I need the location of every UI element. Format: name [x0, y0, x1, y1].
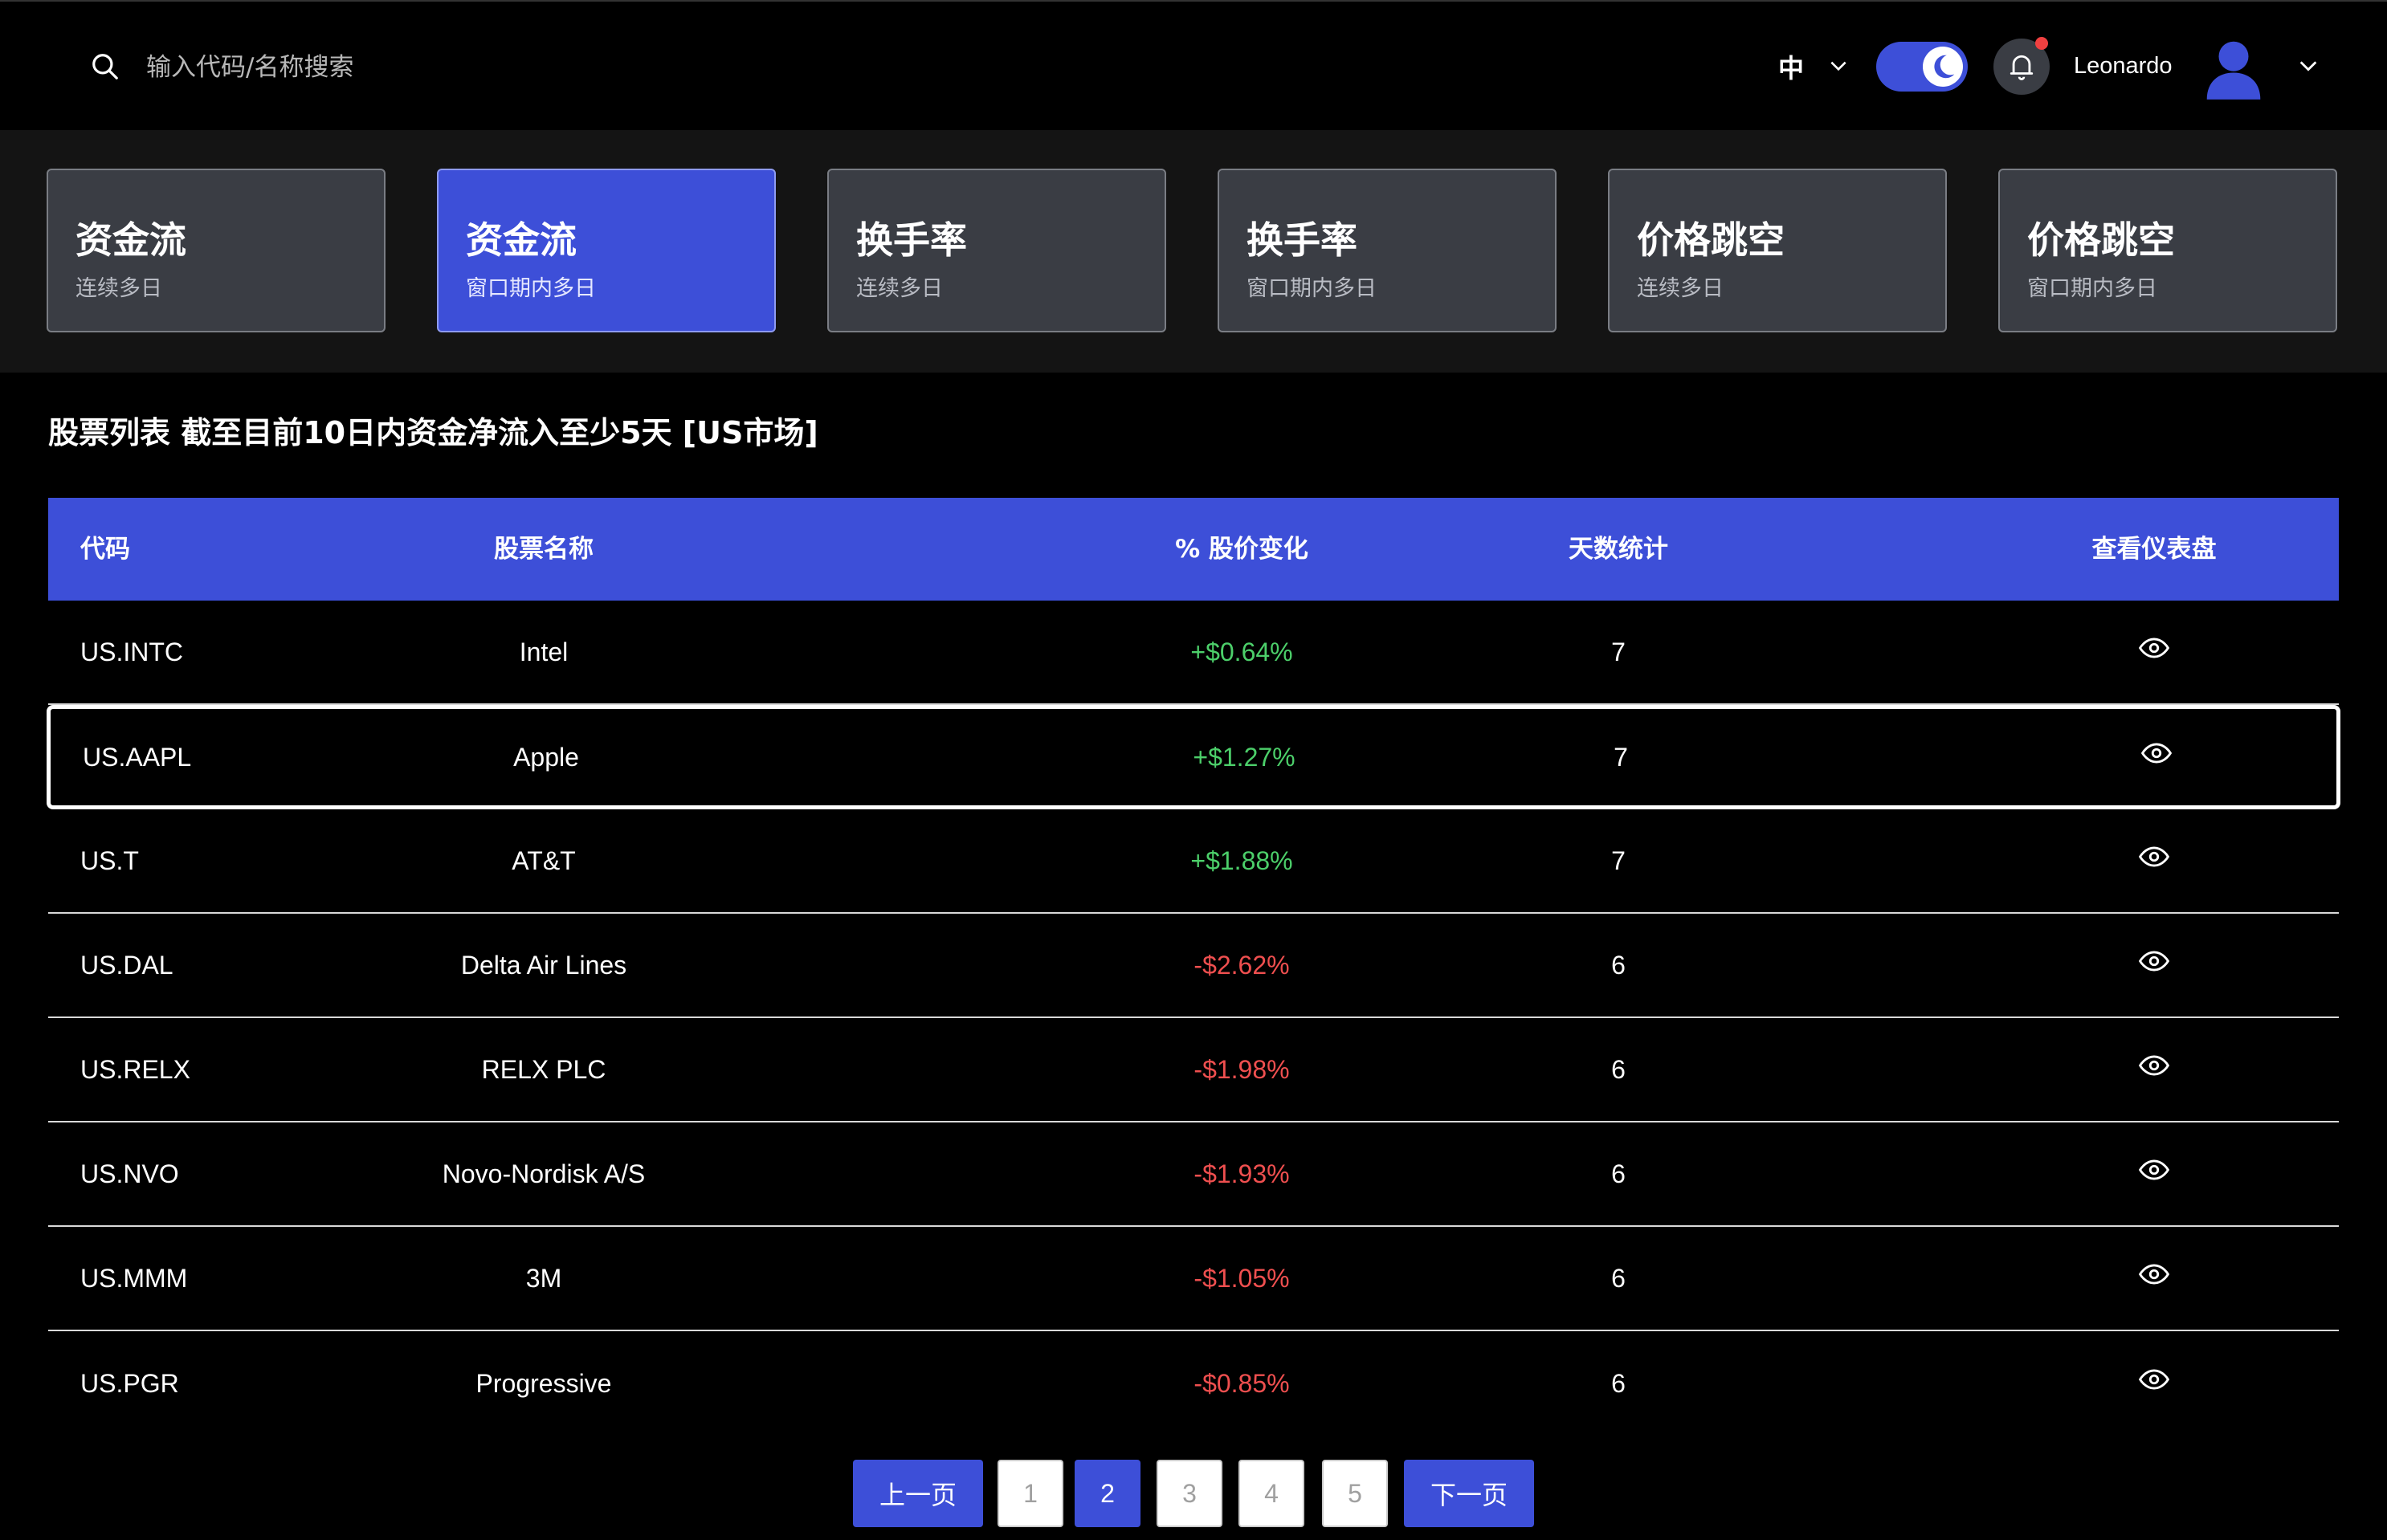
card-title: 价格跳空: [1637, 218, 1785, 262]
card-fund-flow-consecutive[interactable]: 资金流 连续多日: [47, 169, 386, 332]
page-button-1[interactable]: 1: [998, 1460, 1063, 1527]
day-count: 7: [1614, 742, 1628, 772]
day-count: 7: [1611, 845, 1626, 875]
view-dashboard-button[interactable]: [1960, 1331, 2348, 1436]
card-subtitle: 窗口期内多日: [2027, 276, 2157, 301]
eye-icon[interactable]: [2139, 638, 2169, 658]
chevron-down-icon[interactable]: [2297, 58, 2320, 74]
price-change: -$1.05%: [1194, 1263, 1290, 1293]
price-change: -$2.62%: [1194, 950, 1290, 980]
card-subtitle: 连续多日: [1637, 276, 1724, 301]
next-page-button[interactable]: 下一页: [1404, 1460, 1534, 1527]
view-dashboard-button[interactable]: [1960, 914, 2348, 1016]
eye-icon[interactable]: [2139, 1055, 2169, 1076]
day-count: 6: [1611, 1368, 1626, 1398]
page-button-3[interactable]: 3: [1157, 1460, 1222, 1527]
language-selector[interactable]: 中: [1778, 48, 1804, 85]
table-row[interactable]: US.INTC Intel +$0.64% 7: [48, 601, 2339, 705]
day-count: 6: [1611, 950, 1626, 980]
price-change: -$1.98%: [1194, 1054, 1290, 1084]
table-row[interactable]: US.NVO Novo-Nordisk A/S -$1.93% 6: [48, 1122, 2339, 1227]
day-count: 6: [1611, 1263, 1626, 1293]
stock-name: Apple: [513, 742, 579, 772]
day-count: 6: [1611, 1159, 1626, 1188]
column-header-days[interactable]: 天数统计: [1494, 498, 1743, 601]
eye-icon[interactable]: [2139, 1264, 2169, 1285]
eye-icon[interactable]: [2139, 951, 2169, 972]
stock-name: Progressive: [475, 1368, 612, 1398]
card-subtitle: 连续多日: [75, 276, 162, 301]
table-row[interactable]: US.RELX RELX PLC -$1.98% 6: [48, 1018, 2339, 1122]
stock-name: 3M: [525, 1263, 562, 1293]
card-subtitle: 连续多日: [856, 276, 943, 301]
view-dashboard-button[interactable]: [1960, 809, 2348, 912]
page-button-4[interactable]: 4: [1238, 1460, 1304, 1527]
avatar-icon[interactable]: [2204, 37, 2263, 100]
card-turnover-window[interactable]: 换手率 窗口期内多日: [1218, 169, 1557, 332]
price-change: +$1.27%: [1193, 742, 1296, 772]
day-count: 6: [1611, 1054, 1626, 1084]
table-row[interactable]: US.MMM 3M -$1.05% 6: [48, 1227, 2339, 1331]
table-row[interactable]: US.PGR Progressive -$0.85% 6: [48, 1331, 2339, 1436]
view-dashboard-button[interactable]: [1960, 1122, 2348, 1225]
card-title: 换手率: [1247, 218, 1357, 262]
view-dashboard-button[interactable]: [1960, 601, 2348, 703]
page-title: 股票列表 截至目前10日内资金净流入至少5天 [US市场]: [48, 415, 818, 450]
table-row[interactable]: US.DAL Delta Air Lines -$2.62% 6: [48, 914, 2339, 1018]
card-title: 价格跳空: [2027, 218, 2175, 262]
card-title: 换手率: [856, 218, 967, 262]
notification-badge: [2035, 37, 2048, 50]
page-button-5[interactable]: 5: [1322, 1460, 1388, 1527]
table-row-selected[interactable]: US.AAPL Apple +$1.27% 7: [47, 705, 2340, 809]
stock-name: AT&T: [512, 845, 576, 875]
prev-page-button[interactable]: 上一页: [853, 1460, 983, 1527]
stock-name: RELX PLC: [481, 1054, 606, 1084]
card-title: 资金流: [466, 218, 577, 262]
table-header: 代码 股票名称 % 股价变化 天数统计 查看仪表盘: [48, 498, 2339, 601]
eye-icon[interactable]: [2139, 1369, 2169, 1390]
card-fund-flow-window[interactable]: 资金流 窗口期内多日: [437, 169, 776, 332]
card-subtitle: 窗口期内多日: [1247, 276, 1377, 301]
stock-name: Novo-Nordisk A/S: [442, 1159, 646, 1188]
theme-toggle[interactable]: [1876, 42, 1968, 92]
card-price-gap-window[interactable]: 价格跳空 窗口期内多日: [1998, 169, 2337, 332]
eye-icon[interactable]: [2139, 1159, 2169, 1180]
bell-icon: [2010, 55, 2034, 80]
search-icon[interactable]: [90, 51, 120, 82]
card-title: 资金流: [75, 218, 186, 262]
search-input[interactable]: [145, 47, 630, 88]
price-change: -$0.85%: [1194, 1368, 1290, 1398]
card-subtitle: 窗口期内多日: [466, 276, 596, 301]
username[interactable]: Leonardo: [2074, 53, 2173, 79]
table-row[interactable]: US.T AT&T +$1.88% 7: [48, 809, 2339, 914]
column-header-name[interactable]: 股票名称: [48, 498, 1039, 601]
stock-name: Intel: [519, 637, 569, 666]
moon-icon: [1934, 55, 1955, 79]
price-change: -$1.93%: [1194, 1159, 1290, 1188]
chevron-down-icon[interactable]: [1828, 58, 1849, 74]
day-count: 7: [1611, 637, 1626, 666]
view-dashboard-button[interactable]: [1960, 1227, 2348, 1330]
view-dashboard-button[interactable]: [1960, 1018, 2348, 1121]
card-price-gap-consecutive[interactable]: 价格跳空 连续多日: [1608, 169, 1947, 332]
category-cards: 资金流 连续多日 资金流 窗口期内多日 换手率 连续多日 换手率 窗口期内多日 …: [0, 130, 2387, 373]
stock-table: 代码 股票名称 % 股价变化 天数统计 查看仪表盘 US.INTC Intel …: [47, 498, 2340, 1436]
card-turnover-consecutive[interactable]: 换手率 连续多日: [827, 169, 1166, 332]
top-bar: 中 Leonardo: [0, 0, 2387, 132]
column-header-dashboard: 查看仪表盘: [2091, 535, 2217, 564]
price-change: +$1.88%: [1190, 845, 1293, 875]
column-header-change[interactable]: % 股价变化: [1039, 498, 1444, 601]
view-dashboard-button[interactable]: [1962, 709, 2351, 805]
eye-icon[interactable]: [2141, 743, 2172, 764]
page-button-2[interactable]: 2: [1075, 1460, 1140, 1527]
price-change: +$0.64%: [1190, 637, 1293, 666]
stock-name: Delta Air Lines: [460, 950, 627, 980]
eye-icon[interactable]: [2139, 846, 2169, 867]
